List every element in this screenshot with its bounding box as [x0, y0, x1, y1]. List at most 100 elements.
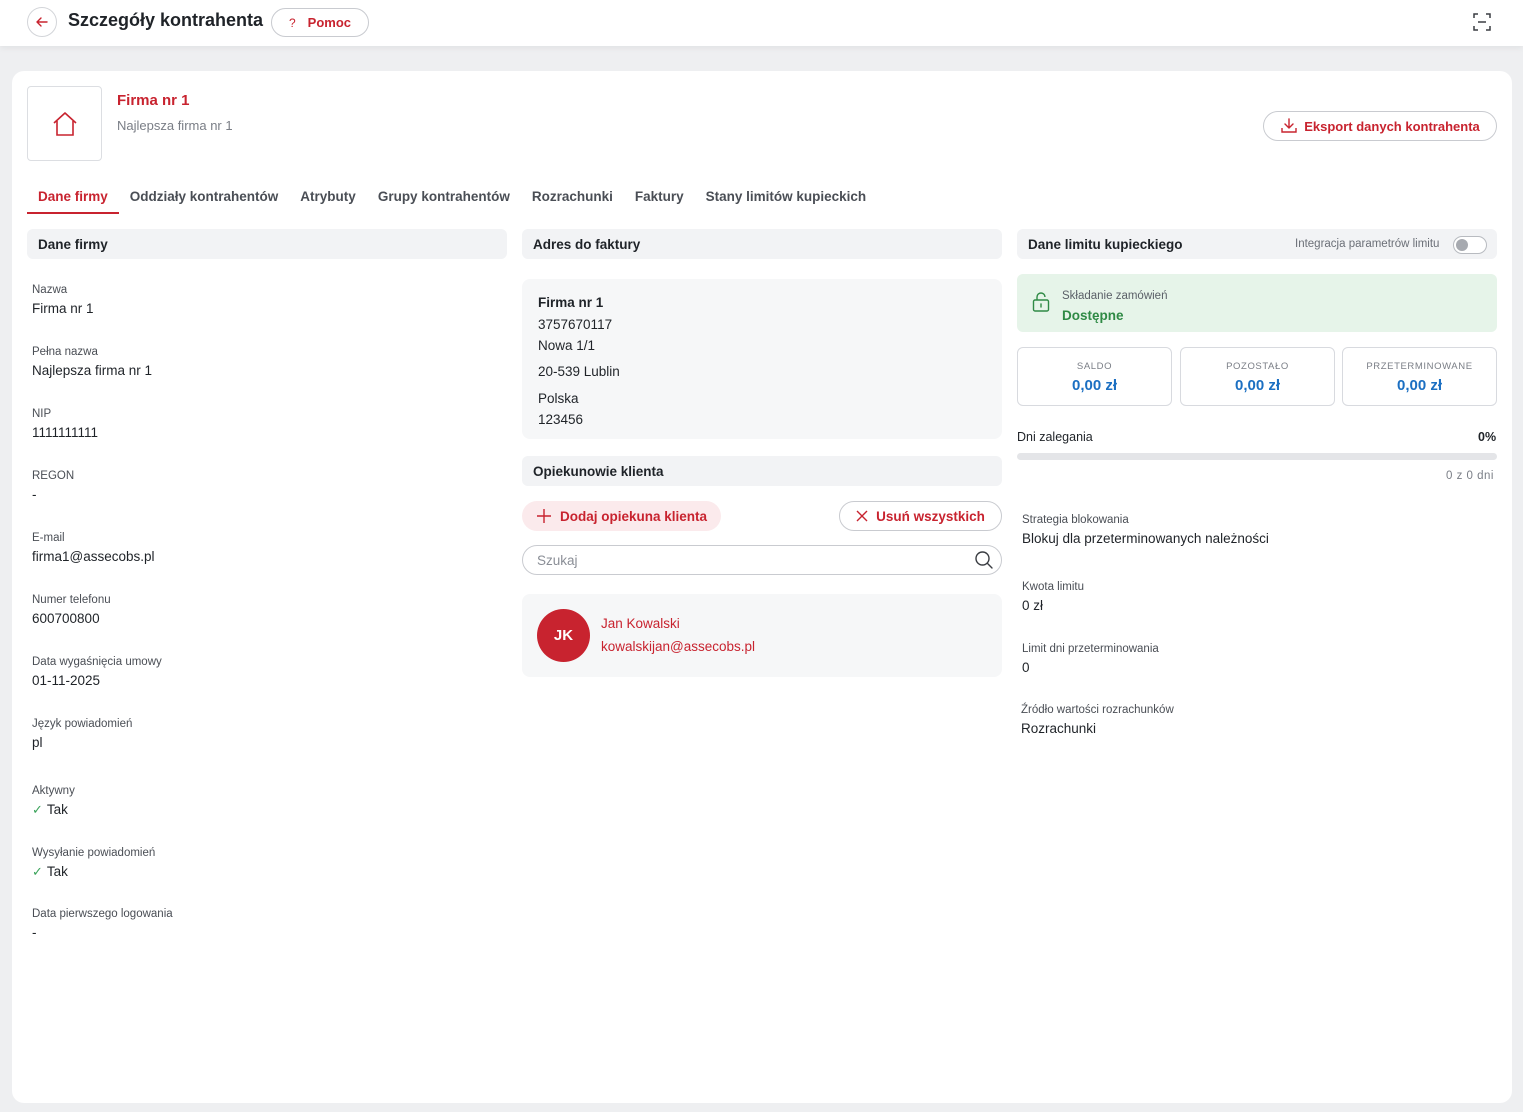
tab-bar: Dane firmy Oddziały kontrahentów Atrybut… — [27, 181, 877, 214]
invoice-address-card: Firma nr 1 3757670117 Nowa 1/1 20-539 Lu… — [522, 279, 1002, 439]
stat-overdue: PRZETERMINOWANE 0,00 zł — [1342, 347, 1497, 406]
field-value: 1111111111 — [32, 425, 99, 440]
check-icon: ✓ — [32, 802, 43, 817]
overdue-progress-bar — [1017, 453, 1497, 460]
field-value: - — [32, 925, 37, 940]
guardian-name[interactable]: Jan Kowalski — [601, 616, 680, 631]
field-value-active: ✓ Tak — [32, 802, 68, 818]
guardian-search-input[interactable] — [522, 545, 1002, 575]
field-value-notifications: ✓ Tak — [32, 864, 68, 880]
tab-groups[interactable]: Grupy kontrahentów — [367, 181, 521, 214]
plus-icon — [536, 509, 551, 523]
company-subtitle: Najlepsza firma nr 1 — [117, 118, 233, 133]
company-data-heading: Dane firmy — [27, 229, 507, 259]
field-label: Numer telefonu — [32, 594, 111, 606]
export-button-label: Eksport danych kontrahenta — [1304, 118, 1480, 134]
add-guardian-button[interactable]: Dodaj opiekuna klienta — [522, 501, 721, 531]
tab-branches[interactable]: Oddziały kontrahentów — [119, 181, 290, 214]
tab-credit-limits[interactable]: Stany limitów kupieckich — [695, 181, 878, 214]
question-mark-icon: ? — [288, 15, 296, 30]
field-value: 0 — [1022, 660, 1030, 675]
overdue-days-label: Dni zalegania — [1017, 430, 1093, 444]
help-button[interactable]: ? Pomoc — [271, 8, 369, 37]
arrow-left-icon — [36, 17, 48, 27]
field-value: Blokuj dla przeterminowanych należności — [1022, 531, 1269, 546]
invoice-address-heading: Adres do faktury — [522, 229, 1002, 259]
field-label: Źródło wartości rozrachunków — [1021, 704, 1174, 716]
field-label: Język powiadomień — [32, 718, 133, 730]
field-label: REGON — [32, 470, 75, 482]
stat-label: POZOSTAŁO — [1226, 361, 1289, 372]
field-value: Firma nr 1 — [32, 301, 94, 316]
stat-label: PRZETERMINOWANE — [1366, 361, 1473, 372]
address-country: Polska — [538, 391, 579, 406]
address-tax-id: 3757670117 — [538, 317, 613, 332]
field-value: Rozrachunki — [1021, 721, 1097, 736]
fullscreen-icon[interactable] — [1472, 12, 1492, 32]
credit-limit-title: Dane limitu kupieckiego — [1028, 237, 1183, 252]
download-icon — [1281, 118, 1297, 133]
address-street: Nowa 1/1 — [538, 338, 596, 353]
integration-toggle[interactable] — [1453, 236, 1487, 254]
search-icon[interactable] — [974, 550, 994, 570]
field-value: 600700800 — [32, 611, 100, 626]
field-label: Nazwa — [32, 284, 68, 296]
company-logo — [27, 86, 102, 161]
field-label: Kwota limitu — [1022, 581, 1084, 593]
overdue-count: 0 z 0 dni — [1446, 470, 1494, 482]
remove-all-button[interactable]: Usuń wszystkich — [839, 501, 1002, 531]
stat-value: 0,00 zł — [1071, 377, 1118, 394]
tab-invoices[interactable]: Faktury — [624, 181, 695, 214]
field-value: pl — [32, 735, 43, 750]
overdue-percent: 0% — [1478, 430, 1497, 444]
company-name: Firma nr 1 — [117, 92, 190, 109]
close-icon — [856, 510, 868, 522]
tab-settlements[interactable]: Rozrachunki — [521, 181, 624, 214]
field-label: E-mail — [32, 532, 65, 544]
stat-value: 0,00 zł — [1396, 377, 1443, 394]
home-icon — [52, 111, 77, 136]
tab-company-data[interactable]: Dane firmy — [27, 181, 119, 214]
field-label: Limit dni przeterminowania — [1022, 643, 1159, 655]
notifications-value: Tak — [46, 864, 68, 879]
back-button[interactable] — [27, 7, 57, 37]
stat-label: SALDO — [1076, 361, 1113, 372]
field-value: 0 zł — [1022, 598, 1044, 613]
add-guardian-label: Dodaj opiekuna klienta — [559, 508, 708, 524]
stat-balance: SALDO 0,00 zł — [1017, 347, 1172, 406]
contractor-card: Firma nr 1 Najlepsza firma nr 1 Eksport … — [12, 71, 1512, 1103]
address-name: Firma nr 1 — [538, 295, 604, 310]
order-status-value: Dostępne — [1062, 308, 1124, 323]
field-value: 01-11-2025 — [32, 673, 101, 688]
integration-toggle-label: Integracja parametrów limitu — [1295, 238, 1440, 250]
address-number: 123456 — [538, 412, 584, 427]
field-label: NIP — [32, 408, 52, 420]
export-button[interactable]: Eksport danych kontrahenta — [1263, 111, 1497, 141]
avatar: JK — [537, 609, 590, 662]
field-label: Strategia blokowania — [1022, 514, 1129, 526]
field-label: Pełna nazwa — [32, 346, 98, 358]
help-button-label: Pomoc — [307, 15, 352, 30]
field-label: Wysyłanie powiadomień — [32, 847, 156, 859]
tab-attributes[interactable]: Atrybuty — [289, 181, 367, 214]
remove-all-label: Usuń wszystkich — [876, 508, 985, 524]
field-label: Data wygaśnięcia umowy — [32, 656, 162, 668]
order-status-label: Składanie zamówień — [1062, 290, 1168, 302]
check-icon: ✓ — [32, 864, 43, 879]
field-value: firma1@assecobs.pl — [32, 549, 155, 564]
field-label: Data pierwszego logowania — [32, 908, 173, 920]
toggle-knob — [1456, 239, 1468, 251]
field-value: - — [32, 487, 37, 502]
order-status-box: Składanie zamówień Dostępne — [1017, 274, 1497, 332]
address-city: 20-539 Lublin — [538, 364, 620, 379]
field-label: Aktywny — [32, 785, 75, 797]
stat-remaining: POZOSTAŁO 0,00 zł — [1180, 347, 1335, 406]
guardian-email[interactable]: kowalskijan@assecobs.pl — [601, 639, 755, 654]
active-value: Tak — [46, 802, 68, 817]
top-bar: Szczegóły kontrahenta ? Pomoc — [0, 0, 1523, 46]
page-title: Szczegóły kontrahenta — [68, 10, 264, 30]
stat-value: 0,00 zł — [1234, 377, 1281, 394]
guardian-list-item[interactable]: JK Jan Kowalski kowalskijan@assecobs.pl — [522, 594, 1002, 677]
guardians-heading: Opiekunowie klienta — [522, 456, 1002, 486]
field-value: Najlepsza firma nr 1 — [32, 363, 153, 378]
